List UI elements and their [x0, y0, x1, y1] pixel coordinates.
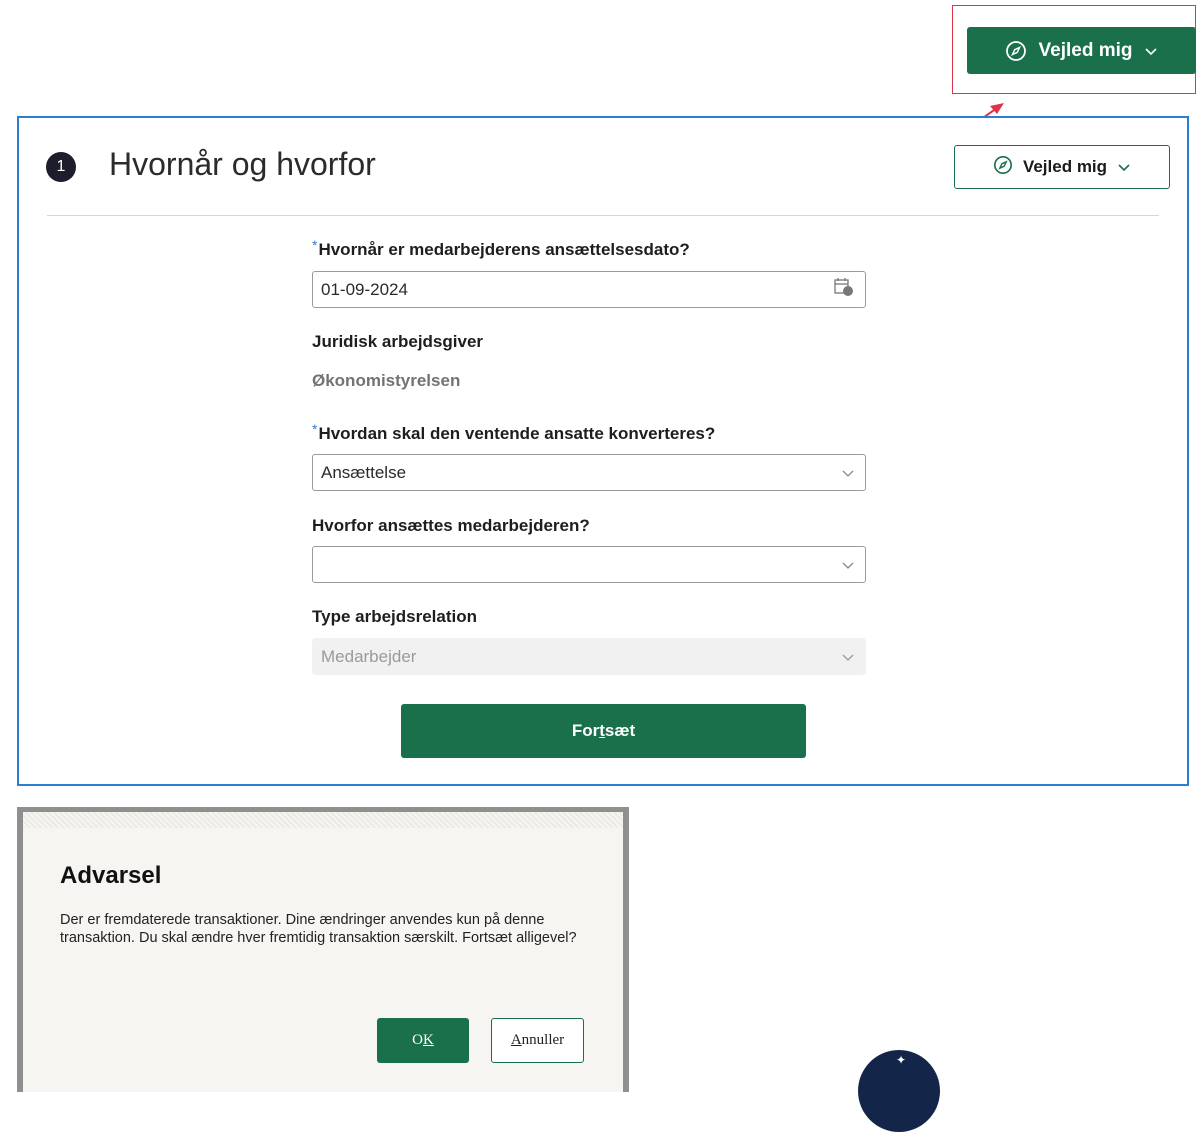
hire-reason-select[interactable] [312, 546, 866, 583]
work-relation-type-select: Medarbejder [312, 638, 866, 675]
work-relation-type-value: Medarbejder [321, 646, 417, 666]
legal-employer-value: Økonomistyrelsen [312, 371, 461, 390]
section-divider [47, 215, 1159, 216]
compass-icon [993, 155, 1013, 180]
guide-me-button[interactable]: Vejled mig [954, 145, 1170, 189]
chevron-down-icon [841, 650, 855, 664]
warning-dialog: Advarsel Der er fremdaterede transaktion… [17, 807, 629, 1092]
dialog-message: Der er fremdaterede transaktioner. Dine … [60, 912, 577, 946]
mnemonic-letter: A [510, 1032, 522, 1048]
hire-reason-label: Hvorfor ansættes medarbejderen? [312, 516, 590, 535]
cancel-button[interactable]: Annuller [491, 1018, 584, 1063]
chevron-down-icon [1117, 160, 1131, 174]
mnemonic-letter: K [423, 1032, 434, 1048]
required-marker: * [312, 237, 318, 253]
chevron-down-icon [841, 466, 855, 480]
hire-date-input[interactable]: 01-09-2024 [312, 271, 866, 308]
hire-date-label: *Hvornår er medarbejderens ansættelsesda… [312, 237, 690, 259]
conversion-value: Ansættelse [321, 462, 407, 482]
required-marker: * [312, 421, 318, 437]
conversion-label: *Hvordan skal den ventende ansatte konve… [312, 421, 716, 443]
section-title: Hvornår og hvorfor [109, 146, 376, 182]
continue-button[interactable]: For t sæt [401, 704, 806, 758]
chevron-down-icon [841, 558, 855, 572]
dialog-title: Advarsel [60, 862, 162, 889]
step-number-badge: 1 [46, 152, 76, 182]
conversion-select[interactable]: Ansættelse [312, 454, 866, 491]
guide-me-label: Vejled mig [1022, 157, 1108, 176]
hire-date-value: 01-09-2024 [321, 279, 408, 299]
calendar-icon[interactable] [833, 276, 855, 303]
work-relation-type-label: Type arbejdsrelation [312, 607, 478, 626]
legal-employer-label: Juridisk arbejdsgiver [312, 332, 484, 351]
dialog-title-bar[interactable] [23, 812, 623, 828]
plus-icon: ✦ [896, 1053, 907, 1067]
ok-button[interactable]: OK [377, 1018, 469, 1063]
when-and-why-panel [17, 116, 1189, 786]
